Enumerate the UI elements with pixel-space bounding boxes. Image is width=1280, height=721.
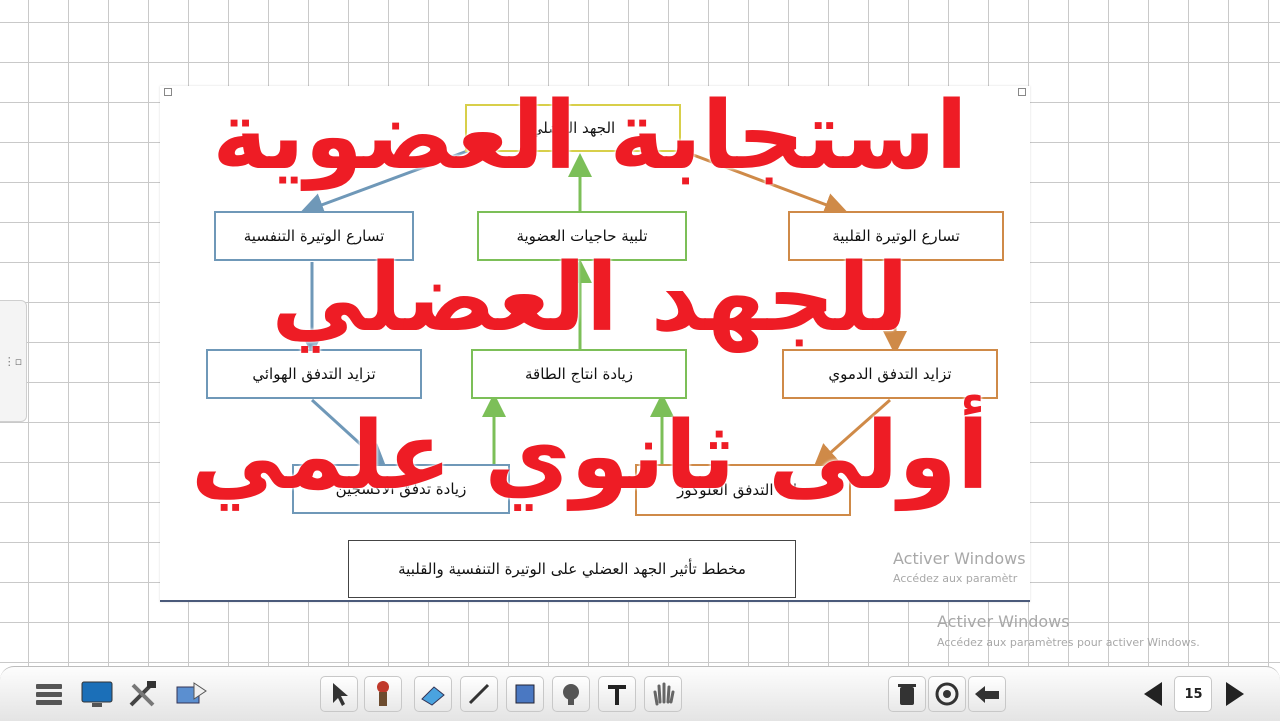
activation-watermark-title: Activer Windows	[937, 612, 1070, 631]
screen-capture-icon	[176, 682, 207, 704]
box-energy-production: زيادة انتاج الطاقة	[471, 349, 687, 399]
hand-icon	[653, 682, 675, 706]
next-page-icon	[1226, 682, 1244, 706]
box-respiratory-rate-label: تسارع الوتيرة التنفسية	[243, 227, 385, 245]
diagram-caption-text: مخطط تأثير الجهد العضلي على الوتيرة التن…	[398, 560, 746, 578]
undo-icon	[975, 686, 999, 703]
text-icon	[608, 685, 626, 705]
undo-button[interactable]	[968, 676, 1006, 712]
box-energy-production-label: زيادة انتاج الطاقة	[525, 365, 634, 383]
box-blood-flow: تزايد التدفق الدموي	[782, 349, 998, 399]
box-organism-needs-label: تلبية حاجيات العضوية	[516, 227, 648, 245]
activation-watermark-sub: Accédez aux paramètres pour activer Wind…	[937, 636, 1200, 649]
menu-button[interactable]	[30, 676, 68, 712]
prev-page-icon	[1144, 682, 1162, 706]
line-tool-button[interactable]	[460, 676, 498, 712]
box-blood-flow-label: تزايد التدفق الدموي	[828, 365, 952, 383]
tools-icon	[129, 681, 156, 707]
box-cardiac-rate-label: تسارع الوتيرة القلبية	[832, 227, 960, 245]
page-number: 15	[1184, 686, 1203, 702]
box-air-flow-label: تزايد التدفق الهوائي	[252, 365, 376, 383]
prev-page-button[interactable]	[1134, 676, 1172, 712]
tools-button[interactable]	[124, 676, 162, 712]
fill-icon	[563, 684, 579, 705]
menu-icon	[36, 684, 62, 705]
select-arrow-icon	[333, 683, 348, 706]
activation-watermark-slide-title: Activer Windows	[893, 549, 1026, 568]
target-button[interactable]	[928, 676, 966, 712]
delete-button[interactable]	[888, 676, 926, 712]
target-icon	[935, 682, 959, 706]
rectangle-icon	[515, 684, 535, 704]
pen-tool-button[interactable]	[364, 676, 402, 712]
next-page-button[interactable]	[1216, 676, 1254, 712]
screen-capture-button[interactable]	[172, 676, 210, 712]
overlay-title-line3: أولى ثانوي علمي	[190, 402, 990, 511]
display-button[interactable]	[78, 676, 116, 712]
delete-icon	[898, 684, 916, 705]
activation-watermark-slide-sub: Accédez aux paramètr	[893, 572, 1018, 585]
text-tool-button[interactable]	[598, 676, 636, 712]
eraser-icon	[421, 686, 445, 706]
whiteboard-canvas[interactable]: ⋮▫ الجهد العضلي تسارع الوتيرة التنفسية ت…	[0, 0, 1280, 721]
page-indicator[interactable]: 15	[1174, 676, 1212, 712]
eraser-tool-button[interactable]	[414, 676, 452, 712]
pen-icon	[377, 681, 389, 706]
line-icon	[468, 683, 490, 705]
overlay-title-line2: للجهد العضلي	[271, 244, 909, 353]
overlay-title-line1: استجابة العضوية	[212, 82, 968, 191]
fill-tool-button[interactable]	[552, 676, 590, 712]
box-air-flow: تزايد التدفق الهوائي	[206, 349, 422, 399]
display-icon	[81, 681, 113, 707]
diagram-caption: مخطط تأثير الجهد العضلي على الوتيرة التن…	[348, 540, 796, 598]
hand-tool-button[interactable]	[644, 676, 682, 712]
select-tool-button[interactable]	[320, 676, 358, 712]
rectangle-tool-button[interactable]	[506, 676, 544, 712]
